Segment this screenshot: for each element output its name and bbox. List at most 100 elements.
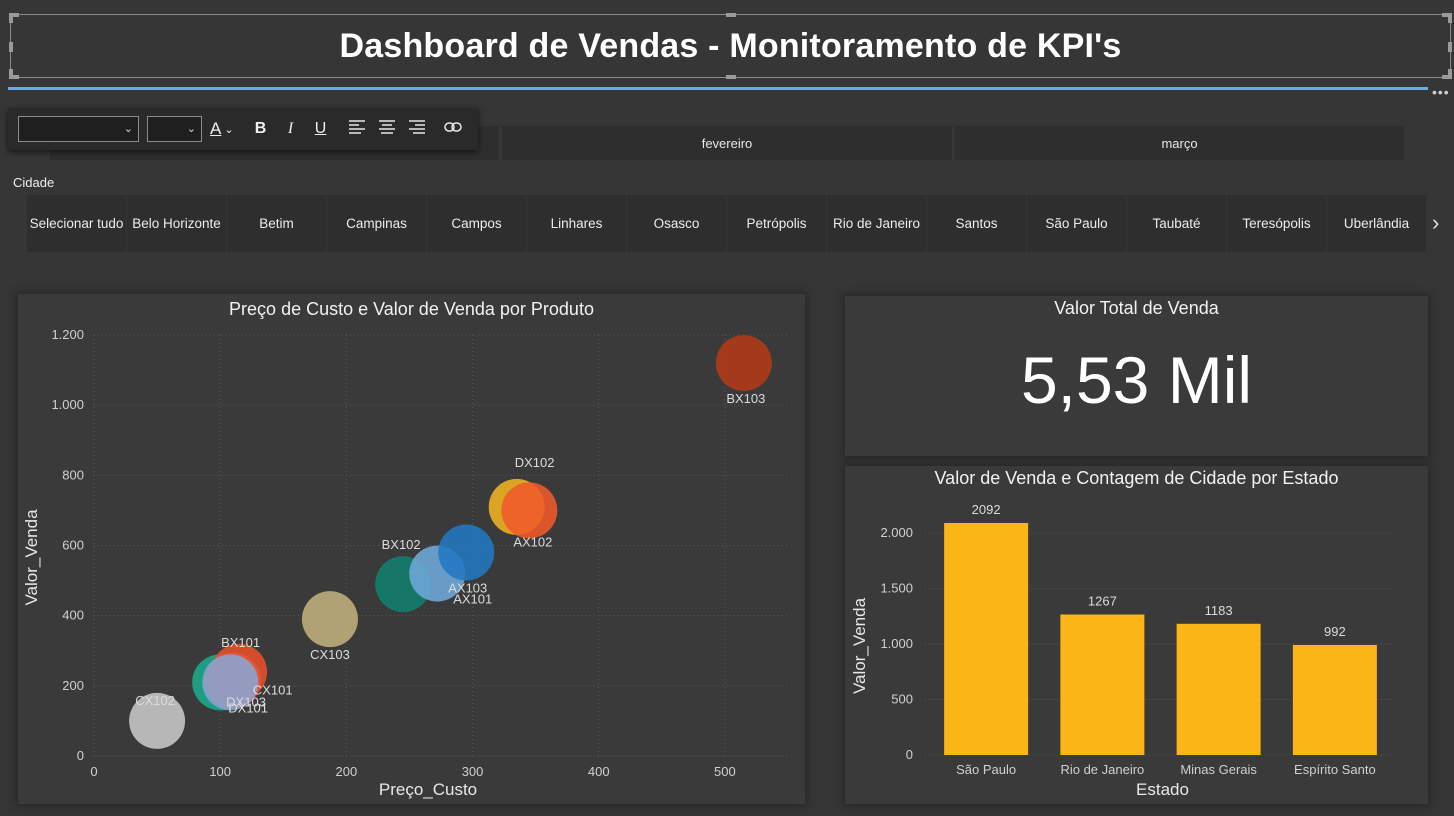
underline-button[interactable]: U bbox=[310, 120, 332, 138]
resize-handle[interactable] bbox=[9, 42, 13, 52]
x-tick-label: São Paulo bbox=[956, 762, 1016, 777]
align-center-icon[interactable] bbox=[376, 119, 398, 139]
x-tick-label: 100 bbox=[209, 764, 231, 779]
scatter-chart-panel[interactable]: Preço de Custo e Valor de Venda por Prod… bbox=[18, 294, 805, 804]
city-tile-label: Selecionar tudo bbox=[29, 215, 124, 231]
bar-data-label: 992 bbox=[1324, 624, 1346, 639]
resize-handle[interactable] bbox=[9, 69, 13, 79]
chevron-down-icon: ⌄ bbox=[186, 123, 196, 135]
bold-button[interactable]: B bbox=[250, 120, 272, 138]
align-right-icon[interactable] bbox=[406, 119, 428, 139]
font-size-select[interactable]: ⌄ bbox=[147, 116, 202, 142]
y-tick-label: 400 bbox=[62, 608, 84, 623]
resize-handle[interactable] bbox=[1448, 13, 1452, 23]
month-tile-fevereiro[interactable]: fevereiro bbox=[502, 126, 952, 160]
point-label: BX101 bbox=[221, 635, 260, 650]
city-tile-label: Rio de Janeiro bbox=[832, 215, 921, 231]
city-tile[interactable]: Osasco bbox=[627, 195, 726, 252]
point-label: BX103 bbox=[726, 391, 765, 406]
bar-data-label: 1267 bbox=[1088, 593, 1117, 608]
x-tick-label: Rio de Janeiro bbox=[1060, 762, 1144, 777]
align-left-icon[interactable] bbox=[346, 119, 368, 139]
resize-handle[interactable] bbox=[726, 75, 736, 79]
y-tick-label: 0 bbox=[77, 748, 84, 763]
y-tick-label: 1.000 bbox=[880, 636, 913, 651]
y-tick-label: 1.500 bbox=[880, 581, 913, 596]
kpi-value: 5,53 Mil bbox=[1020, 343, 1253, 417]
city-tile[interactable]: Teresópolis bbox=[1227, 195, 1326, 252]
scatter-chart: 0 200 400 600 800 1.000 1.200 0 100 200 300 400 500 P… bbox=[22, 327, 788, 799]
more-options-icon[interactable]: ••• bbox=[1432, 84, 1450, 100]
link-icon[interactable] bbox=[442, 120, 464, 138]
city-tile[interactable]: São Paulo bbox=[1027, 195, 1126, 252]
scatter-point bbox=[501, 482, 558, 539]
city-tile-label: São Paulo bbox=[1045, 215, 1108, 231]
point-label: CX101 bbox=[253, 683, 293, 698]
x-tick-label: 300 bbox=[462, 764, 484, 779]
city-tile-label: Osasco bbox=[653, 215, 700, 231]
bar-chart: 0 500 1.000 1.500 2.000 2092 São Paulo 1267 Rio … bbox=[850, 502, 1390, 799]
city-tile[interactable]: Taubaté bbox=[1127, 195, 1226, 252]
city-tile[interactable]: Uberlândia bbox=[1327, 195, 1426, 252]
month-tile-marco[interactable]: março bbox=[955, 126, 1404, 160]
point-label: CX103 bbox=[310, 647, 350, 662]
scatter-point bbox=[715, 335, 772, 392]
city-tile[interactable]: Campos bbox=[427, 195, 526, 252]
y-tick-label: 600 bbox=[62, 538, 84, 553]
city-tile-label: Petrópolis bbox=[746, 215, 807, 231]
city-tile[interactable]: Selecionar tudo bbox=[27, 195, 126, 252]
title-textbox[interactable]: Dashboard de Vendas - Monitoramento de K… bbox=[9, 13, 1452, 79]
city-tile[interactable]: Rio de Janeiro bbox=[827, 195, 926, 252]
font-family-select[interactable]: ⌄ bbox=[18, 116, 139, 142]
x-tick-label: 500 bbox=[714, 764, 736, 779]
point-label: CX102 bbox=[135, 693, 175, 708]
chevron-right-icon[interactable]: › bbox=[1432, 210, 1439, 236]
city-tile[interactable]: Santos bbox=[927, 195, 1026, 252]
format-toolbar: ⌄ ⌄ A ⌄ B I U bbox=[8, 108, 478, 150]
y-tick-label: 0 bbox=[906, 747, 913, 762]
x-tick-label: Minas Gerais bbox=[1180, 762, 1257, 777]
italic-button[interactable]: I bbox=[280, 120, 302, 138]
city-tile-label: Belo Horizonte bbox=[132, 215, 221, 231]
bar bbox=[1292, 644, 1377, 755]
resize-handle[interactable] bbox=[1448, 69, 1452, 79]
resize-handle[interactable] bbox=[9, 13, 13, 23]
city-tile-label: Campos bbox=[451, 215, 502, 231]
font-color-icon: A bbox=[210, 119, 222, 138]
city-tile[interactable]: Campinas bbox=[327, 195, 426, 252]
header-divider bbox=[8, 87, 1428, 90]
kpi-card[interactable]: Valor Total de Venda 5,53 Mil bbox=[845, 296, 1428, 456]
font-color-button[interactable]: A ⌄ bbox=[210, 119, 234, 139]
y-tick-label: 1.000 bbox=[51, 397, 84, 412]
y-tick-label: 1.200 bbox=[51, 327, 84, 342]
city-tile-label: Campinas bbox=[346, 215, 407, 231]
point-label: BX102 bbox=[382, 537, 421, 552]
bar-data-label: 1183 bbox=[1205, 603, 1233, 618]
y-tick-label: 800 bbox=[62, 467, 84, 482]
point-label: DX101 bbox=[228, 700, 268, 715]
y-tick-label: 200 bbox=[62, 678, 84, 693]
bar-chart-panel[interactable]: Valor de Venda e Contagem de Cidade por … bbox=[845, 466, 1428, 804]
scatter-point bbox=[438, 524, 495, 581]
resize-handle[interactable] bbox=[726, 13, 736, 17]
city-tile-label: Uberlândia bbox=[1343, 215, 1410, 231]
x-tick-label: 400 bbox=[588, 764, 610, 779]
x-tick-label: Espírito Santo bbox=[1294, 762, 1376, 777]
month-label: março bbox=[1161, 135, 1198, 151]
city-tile[interactable]: Petrópolis bbox=[727, 195, 826, 252]
city-tile[interactable]: Betim bbox=[227, 195, 326, 252]
month-label: fevereiro bbox=[701, 135, 753, 151]
kpi-title: Valor Total de Venda bbox=[1054, 298, 1219, 318]
chevron-down-icon: ⌄ bbox=[224, 123, 234, 136]
x-axis-title: Estado bbox=[1136, 780, 1189, 799]
chevron-down-icon: ⌄ bbox=[123, 123, 133, 135]
point-label: DX102 bbox=[515, 455, 555, 470]
city-tile[interactable]: Belo Horizonte bbox=[127, 195, 226, 252]
city-tile[interactable]: Linhares bbox=[527, 195, 626, 252]
point-label: AX102 bbox=[513, 534, 552, 549]
city-tile-label: Linhares bbox=[550, 215, 603, 231]
resize-handle[interactable] bbox=[1448, 42, 1452, 52]
y-tick-label: 500 bbox=[891, 692, 913, 707]
scatter-point bbox=[301, 591, 358, 648]
x-axis-title: Preço_Custo bbox=[379, 780, 477, 799]
